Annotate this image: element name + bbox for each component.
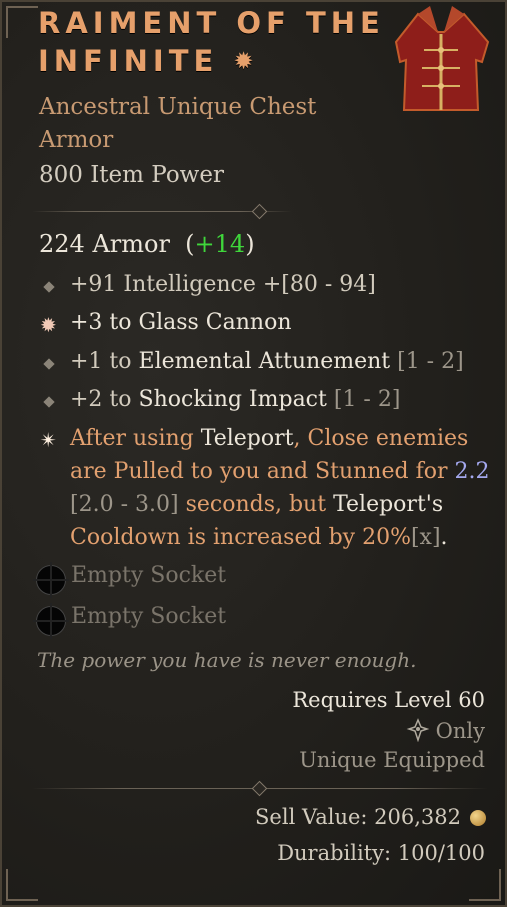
durability: Durability: 100/100 (277, 841, 485, 865)
affix-intelligence: +91 Intelligence +[80 - 94] (70, 272, 376, 297)
affix-elemental-attunement: +1 to Elemental Attunement [1 - 2] (70, 349, 464, 374)
armor-bonus: +14 (194, 230, 246, 258)
item-power: 800 Item Power (39, 162, 224, 188)
unique-sparkle-icon: ✴ (40, 428, 57, 452)
diamond-bullet-icon (43, 281, 55, 293)
empty-socket-icon (33, 562, 69, 598)
sorcerer-class-icon (406, 718, 430, 743)
empty-socket-icon (33, 603, 69, 639)
unique-equipped: Unique Equipped (299, 748, 485, 772)
item-tooltip: RAIMENT OF THE INFINITE ✹ Ancestral Uniq… (0, 0, 507, 907)
unique-power-line3: [2.0 - 3.0] seconds, but Teleport's (70, 492, 444, 517)
socket-label: Empty Socket (71, 604, 227, 629)
diamond-bullet-icon (43, 358, 55, 370)
divider-gem-icon (251, 203, 268, 220)
frame-corner-bottom-left (6, 869, 38, 901)
divider-gem-icon (251, 780, 268, 797)
item-type-line2: Armor (39, 127, 114, 153)
gold-coin-icon (470, 810, 486, 826)
item-title-line1: RAIMENT OF THE (38, 6, 385, 40)
frame-corner-top-left (6, 6, 38, 38)
frame-corner-bottom-right (469, 869, 501, 901)
required-level: Requires Level 60 (292, 688, 485, 712)
socket-label: Empty Socket (71, 563, 227, 588)
armor-value: 224 Armor (+14) (39, 230, 255, 258)
affix-glass-cannon: +3 to Glass Cannon (70, 310, 292, 335)
sell-value: Sell Value: 206,382 (255, 805, 461, 829)
chest-armor-icon (394, 6, 490, 111)
item-type-line1: Ancestral Unique Chest (39, 94, 317, 120)
unique-power-line1: After using Teleport, Close enemies (70, 426, 469, 451)
flavor-text: The power you have is never enough. (37, 648, 417, 672)
unique-power-line4: Cooldown is increased by 20%[x]. (70, 525, 448, 550)
class-restriction: Only (406, 718, 485, 743)
unique-star-icon: ✹ (40, 313, 57, 337)
unique-power-line2: are Pulled to you and Stunned for 2.2 (70, 459, 490, 484)
affix-shocking-impact: +2 to Shocking Impact [1 - 2] (70, 387, 401, 412)
diamond-bullet-icon (43, 396, 55, 408)
item-title-line2: INFINITE ✹ (38, 44, 254, 78)
unique-star-icon: ✹ (233, 47, 254, 75)
